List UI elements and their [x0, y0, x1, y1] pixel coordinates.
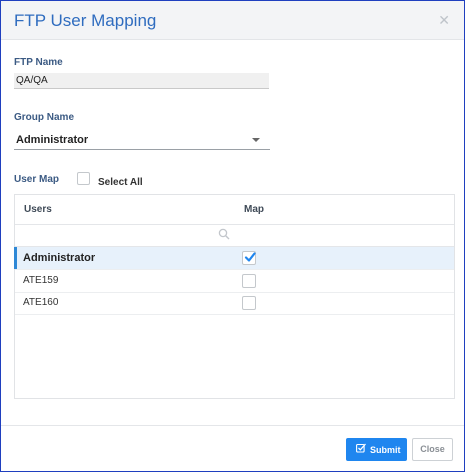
group-name-select[interactable]: Administrator	[14, 131, 270, 150]
filter-row	[15, 224, 454, 247]
group-name-label: Group Name	[14, 112, 75, 123]
checkmark-icon	[244, 252, 256, 262]
select-all-label[interactable]: Select All	[98, 177, 143, 188]
dialog-header: FTP User Mapping ✕	[1, 1, 464, 40]
ftp-name-label: FTP Name	[14, 57, 63, 68]
edit-check-icon	[356, 443, 366, 453]
user-map-label: User Map	[14, 174, 60, 185]
column-header-users[interactable]: Users	[24, 204, 52, 215]
table-row[interactable]: Administrator	[14, 247, 454, 270]
submit-label: Submit	[370, 445, 401, 455]
grid-header: Users Map	[15, 195, 454, 225]
ftp-user-mapping-dialog: FTP User Mapping ✕ FTP Name QA/QA Group …	[0, 0, 465, 472]
users-filter-input[interactable]	[18, 227, 236, 245]
search-icon	[218, 228, 230, 240]
submit-button[interactable]: Submit	[346, 438, 407, 461]
dialog-title: FTP User Mapping	[14, 11, 157, 30]
close-icon[interactable]: ✕	[438, 12, 450, 29]
map-checkbox[interactable]	[242, 274, 256, 288]
table-row[interactable]: ATE160	[15, 292, 454, 315]
user-name: ATE159	[23, 275, 59, 286]
user-name: ATE160	[23, 297, 59, 308]
ftp-name-field: QA/QA	[14, 73, 269, 89]
close-button[interactable]: Close	[412, 438, 453, 461]
select-all-checkbox[interactable]	[77, 172, 90, 185]
selected-row-indicator	[14, 247, 17, 269]
map-checkbox[interactable]	[242, 251, 256, 265]
table-row[interactable]: ATE159	[15, 270, 454, 293]
footer-divider	[1, 425, 464, 426]
column-header-map[interactable]: Map	[244, 204, 264, 215]
group-name-value: Administrator	[16, 134, 89, 146]
user-map-grid: Users Map Administrator ATE159 ATE160	[14, 194, 455, 399]
chevron-down-icon	[252, 138, 260, 142]
map-checkbox[interactable]	[242, 296, 256, 310]
user-name: Administrator	[23, 252, 96, 264]
